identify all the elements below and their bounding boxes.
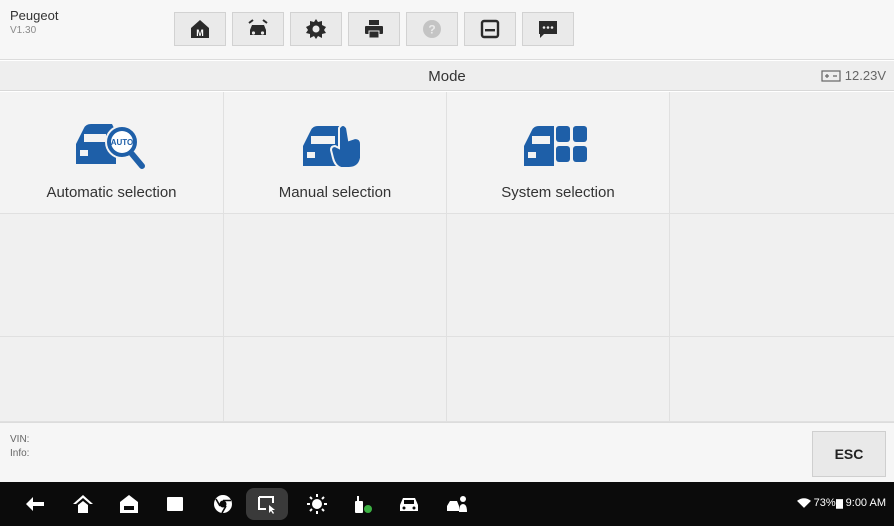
browser-icon bbox=[214, 495, 232, 514]
browser-button[interactable] bbox=[208, 490, 238, 518]
battery-icon bbox=[821, 69, 841, 82]
title-bar: Mode 12.23V bbox=[0, 61, 894, 91]
home-icon: M bbox=[191, 20, 209, 38]
empty-grid-cell bbox=[670, 214, 894, 337]
user-car-icon bbox=[447, 496, 467, 512]
empty-grid-cell bbox=[224, 337, 447, 422]
message-icon bbox=[539, 21, 557, 38]
empty-grid-cell bbox=[447, 214, 670, 337]
screenshot-button[interactable] bbox=[246, 488, 288, 520]
vehicle-swap-button[interactable] bbox=[232, 12, 284, 46]
battery-icon bbox=[835, 498, 843, 509]
toolbar-buttons: M ? bbox=[174, 12, 580, 48]
manual-selection-option[interactable]: Manual selection bbox=[224, 92, 447, 214]
save-icon bbox=[480, 19, 500, 39]
mode-grid: AUTO Automatic selection Manual selectio… bbox=[0, 92, 894, 422]
home-icon bbox=[73, 495, 93, 513]
save-button[interactable] bbox=[464, 12, 516, 46]
svg-text:M: M bbox=[196, 28, 204, 38]
voltage-value: 12.23V bbox=[844, 68, 886, 83]
recent-apps-icon bbox=[167, 497, 183, 511]
help-icon: ? bbox=[423, 20, 441, 38]
vci-icon bbox=[355, 496, 372, 513]
clock: 9:00 AM bbox=[845, 497, 886, 509]
empty-grid-cell bbox=[0, 337, 224, 422]
status-area: 73% 9:00 AM bbox=[796, 497, 886, 509]
empty-grid-cell bbox=[670, 337, 894, 422]
vehicle-button[interactable] bbox=[394, 490, 424, 518]
empty-grid-cell bbox=[224, 214, 447, 337]
screenshot-icon bbox=[258, 496, 275, 514]
car-system-grid-icon bbox=[524, 126, 587, 166]
back-icon bbox=[26, 497, 44, 511]
system-selection-label: System selection bbox=[501, 184, 615, 201]
vci-button[interactable] bbox=[348, 490, 378, 518]
vehicle-info: VIN: Info: bbox=[10, 433, 29, 461]
car-hand-icon bbox=[303, 124, 362, 169]
empty-grid-cell bbox=[0, 214, 224, 337]
garage-button[interactable] bbox=[114, 490, 144, 518]
svg-text:AUTO: AUTO bbox=[110, 138, 133, 147]
top-toolbar: Peugeot V1.30 M ? bbox=[0, 0, 894, 60]
app-version: V1.30 bbox=[10, 25, 37, 36]
garage-icon bbox=[120, 495, 138, 513]
empty-grid-cell bbox=[447, 337, 670, 422]
back-button[interactable] bbox=[20, 490, 50, 518]
app-brand: Peugeot V1.30 bbox=[10, 8, 58, 36]
wifi-icon bbox=[796, 497, 811, 508]
brightness-button[interactable] bbox=[302, 490, 332, 518]
data-logging-button[interactable] bbox=[522, 12, 574, 46]
user-car-button[interactable] bbox=[442, 490, 472, 518]
car-icon bbox=[400, 498, 418, 511]
info-label: Info: bbox=[10, 448, 30, 459]
help-button[interactable]: ? bbox=[406, 12, 458, 46]
print-button[interactable] bbox=[348, 12, 400, 46]
info-footer: VIN: Info: ESC bbox=[0, 422, 894, 482]
printer-icon bbox=[365, 20, 383, 39]
settings-button[interactable] bbox=[290, 12, 342, 46]
home-nav-button[interactable] bbox=[68, 490, 98, 518]
recent-apps-button[interactable] bbox=[160, 490, 190, 518]
automatic-selection-option[interactable]: AUTO Automatic selection bbox=[0, 92, 224, 214]
esc-button[interactable]: ESC bbox=[812, 431, 886, 477]
svg-text:?: ? bbox=[428, 23, 435, 37]
home-button[interactable]: M bbox=[174, 12, 226, 46]
battery-percent: 73% bbox=[813, 497, 836, 509]
gear-icon bbox=[306, 19, 326, 39]
vin-label: VIN: bbox=[10, 434, 30, 445]
system-selection-option[interactable]: System selection bbox=[447, 92, 670, 214]
app-name: Peugeot bbox=[10, 8, 59, 23]
empty-grid-cell bbox=[670, 92, 894, 214]
manual-selection-label: Manual selection bbox=[278, 184, 392, 201]
page-title: Mode bbox=[428, 68, 466, 85]
battery-voltage: 12.23V bbox=[821, 68, 886, 83]
system-nav-bar: 73% 9:00 AM bbox=[0, 482, 894, 526]
brightness-icon bbox=[307, 494, 327, 514]
automatic-selection-label: Automatic selection bbox=[46, 184, 177, 201]
car-swap-icon bbox=[248, 19, 268, 35]
car-auto-search-icon: AUTO bbox=[75, 124, 145, 169]
